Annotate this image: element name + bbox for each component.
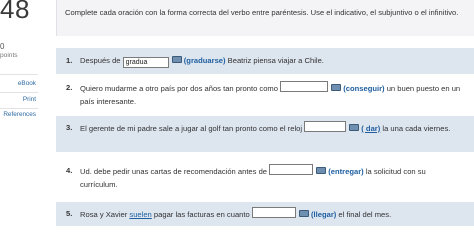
points-label: points xyxy=(0,52,18,59)
points-value: 0 xyxy=(0,42,5,51)
question-before-text: El gerente de mi padre sale a jugar al g… xyxy=(80,124,303,133)
question-number-label: 4. xyxy=(66,166,73,175)
question-text: Rosa y Xavier suelen pagar las facturas … xyxy=(80,207,462,221)
verb-hint: (conseguir) xyxy=(343,84,385,93)
ebook-link[interactable]: eBook xyxy=(0,80,36,87)
keyboard-icon[interactable] xyxy=(171,56,182,63)
question-number-label: 3. xyxy=(66,123,73,132)
question-before-text: Ud. debe pedir unas cartas de recomendac… xyxy=(80,167,268,176)
question-row-4: 4. Ud. debe pedir unas cartas de recomen… xyxy=(56,158,474,194)
verb-hint: (entregar) xyxy=(328,167,364,176)
question-row-2: 2. Quiero mudarme a otro país por dos añ… xyxy=(56,76,474,112)
answer-input-5[interactable] xyxy=(251,207,296,218)
question-before-text: Rosa y Xavier xyxy=(80,210,128,219)
question-text: Después de gradua (graduarse) Beatriz pi… xyxy=(80,54,462,68)
instructions-box: Complete cada oración con la forma corre… xyxy=(56,0,474,36)
sidebar-divider xyxy=(0,92,38,93)
verb-hint-link[interactable]: ( dar) xyxy=(361,124,380,133)
keyboard-icon[interactable] xyxy=(331,84,342,91)
question-text: El gerente de mi padre sale a jugar al g… xyxy=(80,121,462,135)
verb-hint: (llegar) xyxy=(310,210,337,219)
answer-input-2[interactable] xyxy=(280,81,329,92)
keyboard-icon[interactable] xyxy=(316,167,327,174)
question-before-text: Quiero mudarme a otro país por dos años … xyxy=(80,84,278,93)
keyboard-icon[interactable] xyxy=(349,124,360,131)
question-number-label: 2. xyxy=(66,83,73,92)
print-link[interactable]: Print xyxy=(0,96,36,103)
sidebar-divider xyxy=(0,74,38,75)
question-text: Quiero mudarme a otro país por dos años … xyxy=(80,81,462,108)
answer-input-3[interactable] xyxy=(304,121,347,132)
instructions-text: Complete cada oración con la forma corre… xyxy=(65,8,459,17)
keyboard-icon[interactable] xyxy=(298,210,309,217)
answer-input-1[interactable]: gradua xyxy=(122,57,169,68)
question-row-1: 1. Después de gradua (graduarse) Beatriz… xyxy=(56,48,474,74)
sidebar-divider xyxy=(0,108,38,109)
question-row-3: 3. El gerente de mi padre sale a jugar a… xyxy=(56,116,474,152)
question-after-text: el final del mes. xyxy=(336,210,392,219)
answer-input-4[interactable] xyxy=(269,164,314,175)
question-number: 48 xyxy=(0,0,30,24)
references-link[interactable]: References xyxy=(0,111,36,118)
question-after-text: Beatriz piensa viajar a Chile. xyxy=(225,56,324,65)
question-after-text: la una cada viernes. xyxy=(380,124,451,133)
verb-hint: (graduarse) xyxy=(183,56,226,65)
question-middle-text: pagar las facturas en cuanto xyxy=(151,210,250,219)
question-text: Ud. debe pedir unas cartas de recomendac… xyxy=(80,164,462,191)
vocabulary-link[interactable]: suelen xyxy=(129,210,151,219)
question-before-text: Después de xyxy=(80,56,121,65)
question-number-label: 1. xyxy=(66,56,73,65)
question-number-label: 5. xyxy=(66,209,73,218)
question-row-5: 5. Rosa y Xavier suelen pagar las factur… xyxy=(56,202,474,226)
